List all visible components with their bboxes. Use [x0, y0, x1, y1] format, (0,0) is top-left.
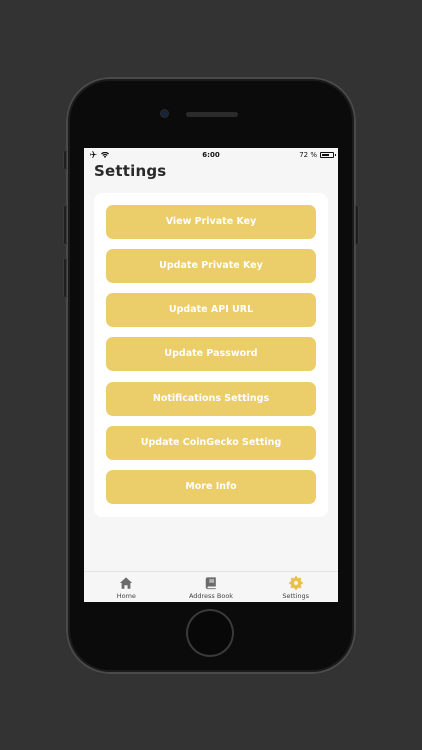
settings-card: View Private Key Update Private Key Upda…: [94, 193, 328, 517]
volume-down-button: [63, 258, 67, 298]
battery-percentage: 72 %: [299, 151, 317, 159]
update-coingecko-setting-button[interactable]: Update CoinGecko Setting: [106, 426, 316, 460]
tab-address-book-label: Address Book: [188, 592, 234, 600]
page-title: Settings: [94, 162, 167, 180]
status-icons-right: 72 %: [299, 151, 336, 159]
front-camera: [161, 110, 168, 117]
power-button: [355, 205, 359, 245]
update-private-key-button[interactable]: Update Private Key: [106, 249, 316, 283]
home-icon: [120, 577, 133, 589]
battery-level-fill: [322, 154, 329, 156]
book-icon: [205, 577, 216, 590]
notifications-settings-button[interactable]: Notifications Settings: [106, 382, 316, 416]
tab-home[interactable]: Home: [84, 572, 169, 602]
silent-switch: [63, 150, 67, 170]
tab-address-book[interactable]: Address Book: [169, 572, 254, 602]
update-password-button[interactable]: Update Password: [106, 337, 316, 371]
tab-settings[interactable]: Settings: [253, 572, 338, 602]
home-hardware-button: [188, 611, 232, 655]
gear-icon: [288, 576, 303, 590]
tab-home-label: Home: [116, 592, 136, 600]
tab-bar: Home Address Book Settings: [84, 571, 338, 602]
update-api-url-button[interactable]: Update API URL: [106, 293, 316, 327]
more-info-button[interactable]: More Info: [106, 470, 316, 504]
tab-settings-label: Settings: [282, 592, 310, 600]
earpiece-speaker: [186, 112, 238, 117]
battery-icon: [320, 152, 336, 158]
view-private-key-button[interactable]: View Private Key: [106, 205, 316, 239]
stage: 6:00 72 % Settings View Private Key Upda…: [0, 0, 422, 750]
volume-up-button: [63, 205, 67, 245]
app-screen: 6:00 72 % Settings View Private Key Upda…: [84, 148, 338, 602]
